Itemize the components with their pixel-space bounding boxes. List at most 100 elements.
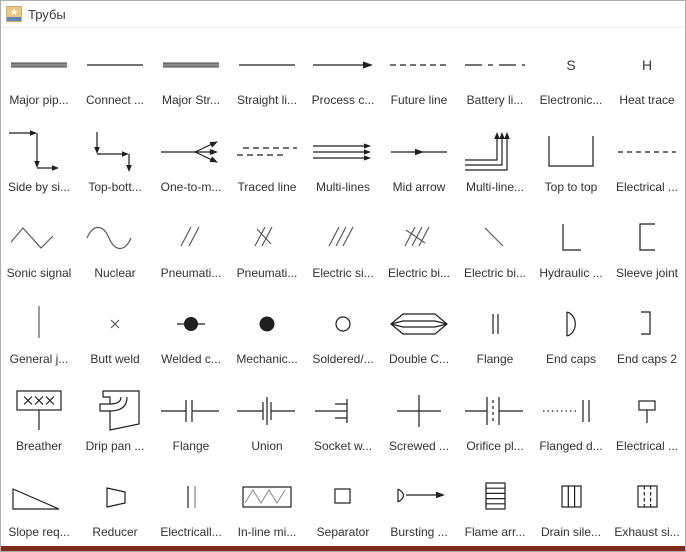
palette-item[interactable]: H Heat trace bbox=[609, 28, 685, 114]
palette-item[interactable]: Straight li... bbox=[229, 28, 305, 114]
palette-item[interactable]: One-to-m... bbox=[153, 114, 229, 200]
pneumatic-1-icon bbox=[153, 210, 229, 266]
palette-item-label: Electronic... bbox=[539, 93, 603, 108]
palette-item[interactable]: Drip pan ... bbox=[77, 373, 153, 459]
palette-item-label: Traced line bbox=[237, 179, 297, 194]
palette-item-label: Welded c... bbox=[161, 352, 221, 367]
palette-item-label: Straight li... bbox=[236, 93, 298, 108]
sleeve-joint-icon bbox=[609, 210, 685, 266]
palette-item[interactable]: Battery li... bbox=[457, 28, 533, 114]
palette-item[interactable]: Butt weld bbox=[77, 287, 153, 373]
mid-arrow-icon bbox=[381, 124, 457, 180]
palette-item[interactable]: Mechanic... bbox=[229, 287, 305, 373]
palette-item-label: Slope req... bbox=[8, 525, 70, 539]
palette-item[interactable]: Nuclear bbox=[77, 201, 153, 287]
electrically-insulated-icon bbox=[153, 469, 229, 525]
palette-item-label: Nuclear bbox=[94, 266, 136, 280]
palette-item-label: General j... bbox=[9, 352, 69, 367]
palette-item[interactable]: Reducer bbox=[77, 460, 153, 546]
palette-item[interactable]: Electricall... bbox=[153, 460, 229, 546]
palette-item[interactable]: Flange bbox=[457, 287, 533, 373]
palette-item[interactable]: End caps bbox=[533, 287, 609, 373]
palette-item-label: Battery li... bbox=[466, 93, 524, 108]
palette-item[interactable]: General j... bbox=[1, 287, 77, 373]
palette-item-label: Separator bbox=[316, 525, 370, 539]
palette-item[interactable]: End caps 2 bbox=[609, 287, 685, 373]
palette-item-label: Exhaust si... bbox=[614, 525, 680, 539]
palette-item[interactable]: Drain sile... bbox=[533, 460, 609, 546]
palette-item[interactable]: Electric si... bbox=[305, 201, 381, 287]
exhaust-silencer-icon bbox=[609, 469, 685, 525]
flange-simple-icon bbox=[457, 296, 533, 352]
palette-item[interactable]: Flanged d... bbox=[533, 373, 609, 459]
soldered-icon bbox=[305, 296, 381, 352]
palette-item[interactable]: Flange bbox=[153, 373, 229, 459]
palette-item[interactable]: Multi-line... bbox=[457, 114, 533, 200]
palette-item-label: Flange bbox=[476, 352, 514, 367]
palette-item-label: Butt weld bbox=[90, 352, 140, 367]
palette-item[interactable]: Breather bbox=[1, 373, 77, 459]
top-bottom-icon bbox=[77, 124, 153, 180]
palette-item[interactable]: Sleeve joint bbox=[609, 201, 685, 287]
palette-item[interactable]: Electric bi... bbox=[381, 201, 457, 287]
palette-item-label: Future line bbox=[390, 93, 448, 108]
library-title-bar[interactable]: ★ Трубы bbox=[1, 1, 685, 28]
palette-item[interactable]: Mid arrow bbox=[381, 114, 457, 200]
palette-item-label: Flame arr... bbox=[464, 525, 526, 539]
palette-item-label: Electric si... bbox=[312, 266, 374, 280]
palette-item[interactable]: Hydraulic ... bbox=[533, 201, 609, 287]
palette-item[interactable]: Welded c... bbox=[153, 287, 229, 373]
palette-item[interactable]: Pneumati... bbox=[153, 201, 229, 287]
palette-item[interactable]: Traced line bbox=[229, 114, 305, 200]
palette-item[interactable]: Orifice pl... bbox=[457, 373, 533, 459]
palette-item[interactable]: Bursting ... bbox=[381, 460, 457, 546]
future-line-icon bbox=[381, 37, 457, 93]
palette-item-label: Sonic signal bbox=[6, 266, 72, 280]
palette-item[interactable]: Multi-lines bbox=[305, 114, 381, 200]
palette-item[interactable]: Electrical ... bbox=[609, 114, 685, 200]
svg-text:H: H bbox=[642, 57, 652, 73]
major-pipeline-icon bbox=[1, 37, 77, 93]
palette-item[interactable]: Electrical ... bbox=[609, 373, 685, 459]
palette-item[interactable]: Major pip... bbox=[1, 28, 77, 114]
palette-item-label: Side by si... bbox=[7, 179, 71, 194]
end-caps-2-icon bbox=[609, 296, 685, 352]
palette-item[interactable]: Screwed ... bbox=[381, 373, 457, 459]
palette-item-label: Top-bott... bbox=[88, 179, 142, 194]
palette-item[interactable]: Sonic signal bbox=[1, 201, 77, 287]
screwed-icon bbox=[381, 383, 457, 439]
palette-item-label: Electrical ... bbox=[615, 179, 678, 194]
union-icon bbox=[229, 383, 305, 439]
electric-signal-icon bbox=[305, 210, 381, 266]
palette-item[interactable]: Side by si... bbox=[1, 114, 77, 200]
palette-item[interactable]: Major Str... bbox=[153, 28, 229, 114]
palette-item[interactable]: Socket w... bbox=[305, 373, 381, 459]
palette-item[interactable]: Flame arr... bbox=[457, 460, 533, 546]
palette-item[interactable]: In-line mi... bbox=[229, 460, 305, 546]
palette-item[interactable]: Pneumati... bbox=[229, 201, 305, 287]
palette-item[interactable]: Slope req... bbox=[1, 460, 77, 546]
palette-item-label: Double C... bbox=[388, 352, 450, 367]
palette-item-label: Multi-line... bbox=[465, 179, 524, 194]
palette-item[interactable]: Top to top bbox=[533, 114, 609, 200]
palette-item-label: Soldered/... bbox=[312, 352, 374, 367]
one-to-many-icon bbox=[153, 124, 229, 180]
general-joint-icon bbox=[1, 296, 77, 352]
palette-item[interactable]: Process c... bbox=[305, 28, 381, 114]
palette-item-label: Electrical ... bbox=[615, 438, 678, 453]
palette-item[interactable]: Exhaust si... bbox=[609, 460, 685, 546]
palette-item[interactable]: Future line bbox=[381, 28, 457, 114]
palette-item[interactable]: Connect ... bbox=[77, 28, 153, 114]
palette-item[interactable]: Soldered/... bbox=[305, 287, 381, 373]
palette-item-label: Connect ... bbox=[85, 93, 145, 108]
multi-line-up-icon bbox=[457, 124, 533, 180]
palette-item[interactable]: S Electronic... bbox=[533, 28, 609, 114]
palette-item[interactable]: Double C... bbox=[381, 287, 457, 373]
palette-item-label: Flange bbox=[172, 438, 210, 453]
process-connection-icon bbox=[305, 37, 381, 93]
socket-weld-icon bbox=[305, 383, 381, 439]
palette-item[interactable]: Electric bi... bbox=[457, 201, 533, 287]
palette-item[interactable]: Separator bbox=[305, 460, 381, 546]
palette-item[interactable]: Union bbox=[229, 373, 305, 459]
palette-item[interactable]: Top-bott... bbox=[77, 114, 153, 200]
